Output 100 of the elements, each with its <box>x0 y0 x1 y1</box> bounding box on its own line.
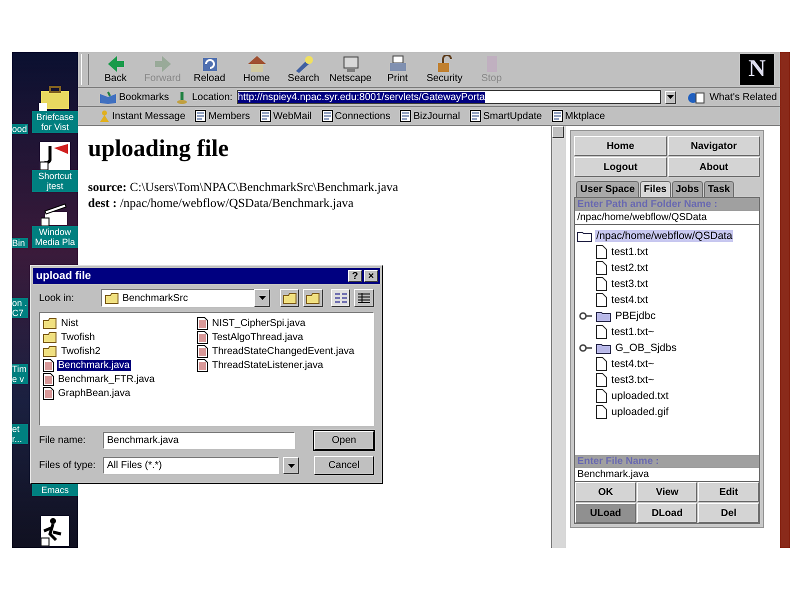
panel-tab[interactable]: Jobs <box>672 181 703 197</box>
toolbar-button[interactable]: Home <box>233 52 280 87</box>
bookmark-link[interactable]: Members <box>192 110 254 122</box>
action-button[interactable]: View <box>636 482 698 502</box>
clapperboard-icon[interactable] <box>41 202 69 226</box>
close-button[interactable]: × <box>364 270 378 282</box>
help-button[interactable]: ? <box>348 270 362 282</box>
tree-item[interactable]: test1.txt <box>610 246 650 258</box>
whats-related-button[interactable]: What's Related <box>684 90 780 104</box>
toolbar-button[interactable]: Security <box>421 52 468 87</box>
action-button[interactable]: Edit <box>698 482 759 502</box>
desktop-icon-label[interactable]: Shortcut jtest <box>32 170 78 192</box>
desktop-icon-label[interactable]: Briefcase for Vist <box>32 111 78 133</box>
nav-button[interactable]: Navigator <box>668 136 760 156</box>
tree-handle-icon[interactable] <box>579 344 594 352</box>
toolbar-button[interactable]: Search <box>280 52 327 87</box>
desktop-icon-label[interactable]: Emacs <box>32 484 78 496</box>
tree-item[interactable]: test1.txt~ <box>610 326 656 338</box>
toolbar-button[interactable]: Reload <box>186 52 233 87</box>
scrollbar[interactable] <box>551 126 566 548</box>
tree-handle-icon[interactable] <box>579 312 594 320</box>
file-item[interactable]: Twofish2 <box>60 346 102 356</box>
toolbar-button[interactable]: Netscape <box>327 52 374 87</box>
desktop-icon-label[interactable]: on .C7 <box>12 298 28 318</box>
file-item[interactable]: Nist <box>60 318 80 328</box>
bookmark-link[interactable]: Instant Message <box>96 110 188 122</box>
file-type-dropdown[interactable]: All Files (*.*) <box>103 457 279 474</box>
file-item[interactable]: TestAlgoThread.java <box>211 332 304 342</box>
panel-tab[interactable]: Files <box>640 181 671 197</box>
file-name-field[interactable]: Benchmark.java <box>575 468 759 482</box>
bookmark-link[interactable]: WebMail <box>257 110 315 122</box>
page-heading: uploading file <box>88 136 230 163</box>
tree-item[interactable]: test4.txt~ <box>610 358 656 370</box>
panel-tab[interactable]: User Space <box>576 181 639 197</box>
action-button[interactable]: Del <box>698 503 759 523</box>
jtest-icon[interactable] <box>40 142 70 170</box>
document-icon <box>43 386 54 400</box>
action-button[interactable]: ULoad <box>575 503 636 523</box>
desktop-icon-label[interactable]: ood <box>12 124 28 134</box>
desktop-icon-label[interactable]: et r... <box>12 424 28 444</box>
file-item[interactable]: NIST_CipherSpi.java <box>211 318 306 328</box>
tree-item[interactable]: /npac/home/webflow/QSData <box>595 230 734 242</box>
tree-item[interactable]: uploaded.gif <box>610 406 670 418</box>
new-folder-button[interactable] <box>303 289 323 307</box>
toolbar-grip[interactable] <box>81 54 89 85</box>
file-item[interactable]: ThreadStateListener.java <box>211 360 324 370</box>
bookmark-page-icon <box>470 110 482 122</box>
path-field[interactable]: /npac/home/webflow/QSData <box>575 211 759 225</box>
file-type-label: Files of type: <box>39 460 97 471</box>
dropdown-arrow-icon <box>667 95 674 99</box>
look-in-dropdown[interactable]: BenchmarkSrc <box>101 289 256 307</box>
bookmark-page-icon <box>195 110 206 122</box>
tree-item[interactable]: uploaded.txt <box>610 390 670 402</box>
action-button[interactable]: DLoad <box>636 503 698 523</box>
url-dropdown-button[interactable] <box>664 90 676 104</box>
bookmark-link[interactable]: SmartUpdate <box>467 110 545 122</box>
bookmark-book-icon <box>98 90 117 104</box>
action-button[interactable]: OK <box>575 482 636 502</box>
dropdown-arrow-icon <box>258 296 266 300</box>
file-item[interactable]: Benchmark_FTR.java <box>57 374 156 384</box>
bookmarks-button[interactable]: Bookmarks <box>96 90 172 104</box>
desktop-icon-label[interactable]: Time v <box>12 364 28 384</box>
tree-item[interactable]: test2.txt <box>610 262 650 274</box>
open-button[interactable]: Open <box>314 431 374 450</box>
document-icon <box>197 316 208 330</box>
dropdown-button[interactable] <box>283 457 299 474</box>
details-view-button[interactable] <box>354 289 374 307</box>
list-view-button[interactable] <box>330 289 350 307</box>
panel-tab[interactable]: Task <box>704 181 734 197</box>
toolbar-button[interactable]: Print <box>374 52 421 87</box>
folder-icon <box>577 230 592 242</box>
file-item[interactable]: Benchmark.java <box>57 360 131 370</box>
bookmark-link[interactable]: BizJournal <box>397 110 464 122</box>
tree-item[interactable]: test3.txt <box>610 278 650 290</box>
toolbar-button[interactable]: Back <box>92 52 139 87</box>
desktop-icon-label[interactable]: Window Media Pla <box>32 226 78 248</box>
desktop-icon-label[interactable]: Bin <box>12 238 28 248</box>
nav-button[interactable]: About <box>668 157 760 177</box>
running-figure-icon[interactable] <box>41 516 69 546</box>
nav-button[interactable]: Home <box>574 136 667 156</box>
dropdown-button[interactable] <box>254 289 270 307</box>
location-label: Location: <box>192 92 233 102</box>
url-field[interactable]: http://nspiey4.npac.syr.edu:8001/servlets/GatewayPorta <box>236 90 661 104</box>
bookmark-link[interactable]: Connections <box>318 110 394 122</box>
bookmark-link[interactable]: Mktplace <box>549 110 608 122</box>
file-item[interactable]: GraphBean.java <box>57 388 132 398</box>
details-view-icon <box>358 293 370 303</box>
file-item[interactable]: Twofish <box>60 332 96 342</box>
tree-item[interactable]: test4.txt <box>610 294 650 306</box>
file-name-field[interactable]: Benchmark.java <box>103 432 295 449</box>
tree-item[interactable]: PBEjdbc <box>614 310 657 322</box>
cancel-button[interactable]: Cancel <box>314 456 374 475</box>
person-icon <box>99 110 110 122</box>
tree-item[interactable]: G_OB_Sjdbs <box>614 342 678 354</box>
tree-item[interactable]: test3.txt~ <box>610 374 656 386</box>
up-folder-button[interactable] <box>280 289 300 307</box>
briefcase-icon[interactable] <box>39 85 71 111</box>
file-icon <box>596 293 608 307</box>
nav-button[interactable]: Logout <box>574 157 667 177</box>
file-item[interactable]: ThreadStateChangedEvent.java <box>211 346 356 356</box>
